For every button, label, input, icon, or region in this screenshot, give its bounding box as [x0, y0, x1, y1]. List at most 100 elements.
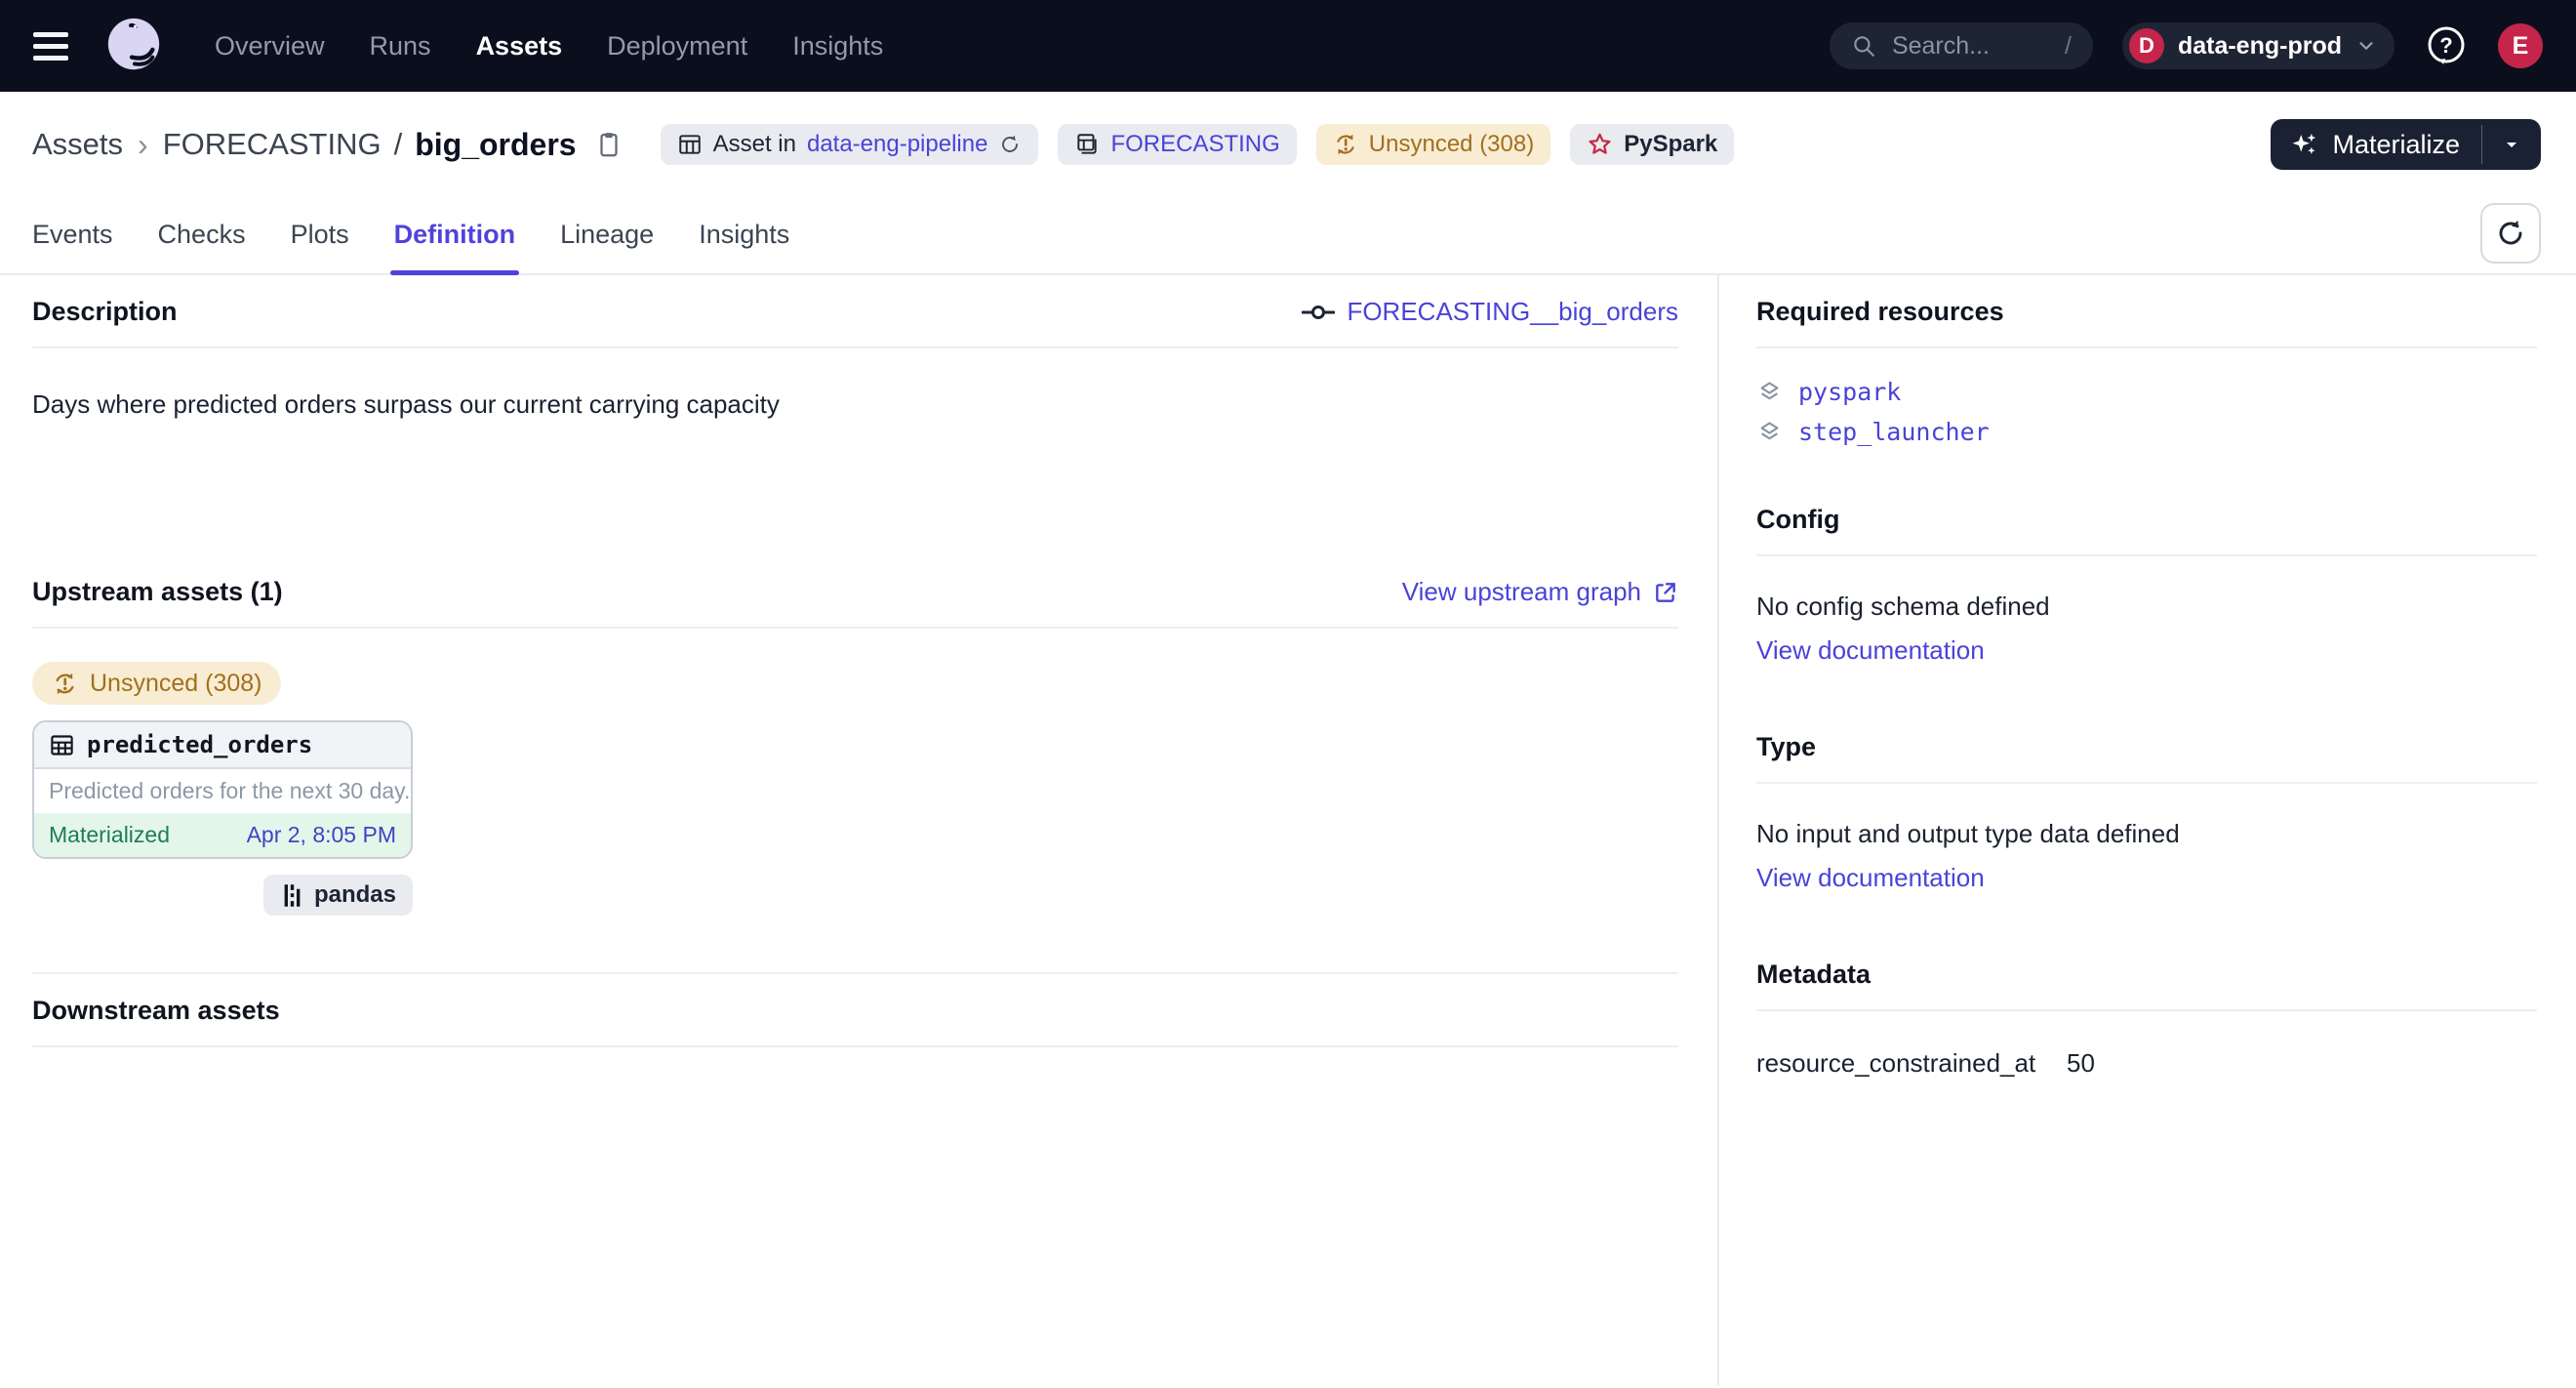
metadata-value: 50	[2067, 1048, 2095, 1079]
op-link[interactable]: FORECASTING__big_orders	[1302, 297, 1678, 327]
tag-pyspark[interactable]: PySpark	[1570, 124, 1734, 165]
sync-warning-icon	[52, 671, 78, 697]
tag-job-prefix: Asset in	[713, 131, 796, 158]
view-upstream-graph-label: View upstream graph	[1402, 577, 1641, 607]
nav-right: Search... / D data-eng-prod ? E	[1830, 22, 2543, 69]
tab-definition[interactable]: Definition	[394, 220, 515, 273]
refresh-button[interactable]	[2480, 203, 2541, 264]
content: Description FORECASTING__big_orders Days…	[0, 275, 2576, 1386]
resource-link[interactable]: step_launcher	[1798, 418, 1990, 446]
resource-layers-icon	[1756, 379, 1783, 405]
type-title: Type	[1756, 732, 1816, 762]
metadata-row: resource_constrained_at 50	[1756, 1048, 2537, 1079]
tab-checks[interactable]: Checks	[158, 220, 246, 273]
description-title: Description	[32, 297, 178, 327]
asset-card-name: predicted_orders	[87, 731, 312, 758]
metadata-title: Metadata	[1756, 959, 1871, 990]
job-icon	[677, 132, 703, 157]
materialize-label: Materialize	[2332, 130, 2460, 160]
downstream-section: Downstream assets	[32, 972, 1678, 1047]
side-panel: Required resources pyspark step_launcher…	[1719, 275, 2576, 1386]
tabs: Events Checks Plots Definition Lineage I…	[32, 220, 789, 273]
config-title: Config	[1756, 505, 1839, 535]
resource-link[interactable]: pyspark	[1798, 378, 1901, 406]
materialize-button-group: Materialize	[2271, 119, 2541, 170]
top-nav: Overview Runs Assets Deployment Insights…	[0, 0, 2576, 92]
copy-icon[interactable]	[594, 130, 624, 159]
sparkle-icon	[2290, 130, 2319, 159]
nav-item-assets[interactable]: Assets	[476, 31, 563, 61]
materialize-dropdown-button[interactable]	[2482, 119, 2541, 170]
search-shortcut: /	[2065, 32, 2072, 61]
hamburger-icon[interactable]	[29, 24, 72, 68]
breadcrumb-separator: /	[394, 127, 403, 162]
resources-section-header: Required resources	[1756, 275, 2537, 348]
downstream-title: Downstream assets	[32, 996, 280, 1026]
tag-group-label: FORECASTING	[1110, 131, 1279, 158]
config-empty-state: No config schema defined View documentat…	[1756, 556, 2537, 711]
materialize-button[interactable]: Materialize	[2271, 119, 2481, 170]
upstream-card-wrap: predicted_orders Predicted orders for th…	[32, 720, 413, 916]
tag-group[interactable]: FORECASTING	[1058, 124, 1296, 165]
svg-text:?: ?	[2439, 33, 2452, 58]
op-node-icon	[1302, 303, 1335, 322]
upstream-unsynced-label: Unsynced (308)	[90, 670, 262, 698]
tab-insights[interactable]: Insights	[699, 220, 789, 273]
external-link-icon	[1653, 580, 1678, 605]
tag-pandas-label: pandas	[314, 881, 396, 909]
group-icon	[1074, 132, 1100, 157]
tag-unsynced[interactable]: Unsynced (308)	[1316, 124, 1550, 165]
deployment-name: data-eng-prod	[2178, 32, 2342, 61]
description-section-header: Description FORECASTING__big_orders	[32, 275, 1678, 348]
tag-asset-in-job[interactable]: Asset in data-eng-pipeline	[661, 124, 1039, 165]
deployment-switcher[interactable]: D data-eng-prod	[2122, 22, 2395, 69]
main-column: Description FORECASTING__big_orders Days…	[0, 275, 1719, 1386]
chevron-down-icon	[2355, 35, 2377, 57]
tab-plots[interactable]: Plots	[291, 220, 349, 273]
tag-job-link[interactable]: data-eng-pipeline	[807, 131, 987, 158]
materialization-timestamp[interactable]: Apr 2, 8:05 PM	[247, 822, 396, 848]
resource-item-step-launcher: step_launcher	[1756, 418, 2537, 446]
upstream-body: Unsynced (308) predicted_orders Predicte…	[32, 629, 1678, 916]
tag-unsynced-label: Unsynced (308)	[1369, 131, 1534, 158]
view-upstream-graph-link[interactable]: View upstream graph	[1402, 577, 1678, 607]
nav-item-deployment[interactable]: Deployment	[607, 31, 747, 61]
config-empty-text: No config schema defined	[1756, 592, 2537, 622]
upstream-section-header: Upstream assets (1) View upstream graph	[32, 555, 1678, 629]
tab-events[interactable]: Events	[32, 220, 113, 273]
resources-list: pyspark step_launcher	[1756, 348, 2537, 483]
tabs-row: Events Checks Plots Definition Lineage I…	[0, 193, 2576, 275]
compute-kind-row: pandas	[32, 875, 413, 916]
description-body: Days where predicted orders surpass our …	[32, 348, 1678, 555]
nav-item-insights[interactable]: Insights	[792, 31, 883, 61]
breadcrumb-group[interactable]: FORECASTING	[163, 127, 382, 162]
resource-layers-icon	[1756, 419, 1783, 445]
avatar[interactable]: E	[2498, 23, 2543, 68]
help-icon[interactable]: ?	[2424, 23, 2469, 68]
nav-item-runs[interactable]: Runs	[370, 31, 431, 61]
type-docs-link[interactable]: View documentation	[1756, 863, 1985, 893]
upstream-asset-card[interactable]: predicted_orders Predicted orders for th…	[32, 720, 413, 859]
upstream-title: Upstream assets (1)	[32, 577, 283, 607]
search-input[interactable]: Search... /	[1830, 22, 2093, 69]
page-title: big_orders	[415, 127, 576, 163]
downstream-section-header: Downstream assets	[32, 972, 1678, 1047]
pandas-icon	[280, 882, 304, 909]
table-icon	[49, 732, 75, 758]
config-docs-link[interactable]: View documentation	[1756, 635, 1985, 666]
breadcrumb: Assets › FORECASTING / big_orders	[32, 127, 577, 163]
nav-item-overview[interactable]: Overview	[215, 31, 325, 61]
type-section-header: Type	[1756, 711, 2537, 784]
asset-card-description: Predicted orders for the next 30 day...	[34, 769, 411, 813]
nav-links: Overview Runs Assets Deployment Insights	[215, 31, 883, 61]
dagster-logo[interactable]	[103, 16, 164, 76]
metadata-section-header: Metadata	[1756, 938, 2537, 1011]
upstream-unsynced-badge[interactable]: Unsynced (308)	[32, 662, 281, 705]
tab-lineage[interactable]: Lineage	[560, 220, 654, 273]
breadcrumb-assets[interactable]: Assets	[32, 127, 123, 162]
asset-card-header: predicted_orders	[34, 722, 411, 769]
breadcrumb-chevron: ›	[136, 127, 150, 163]
tag-pandas[interactable]: pandas	[263, 875, 413, 916]
metadata-table: resource_constrained_at 50	[1756, 1011, 2537, 1116]
deployment-badge: D	[2129, 28, 2164, 63]
